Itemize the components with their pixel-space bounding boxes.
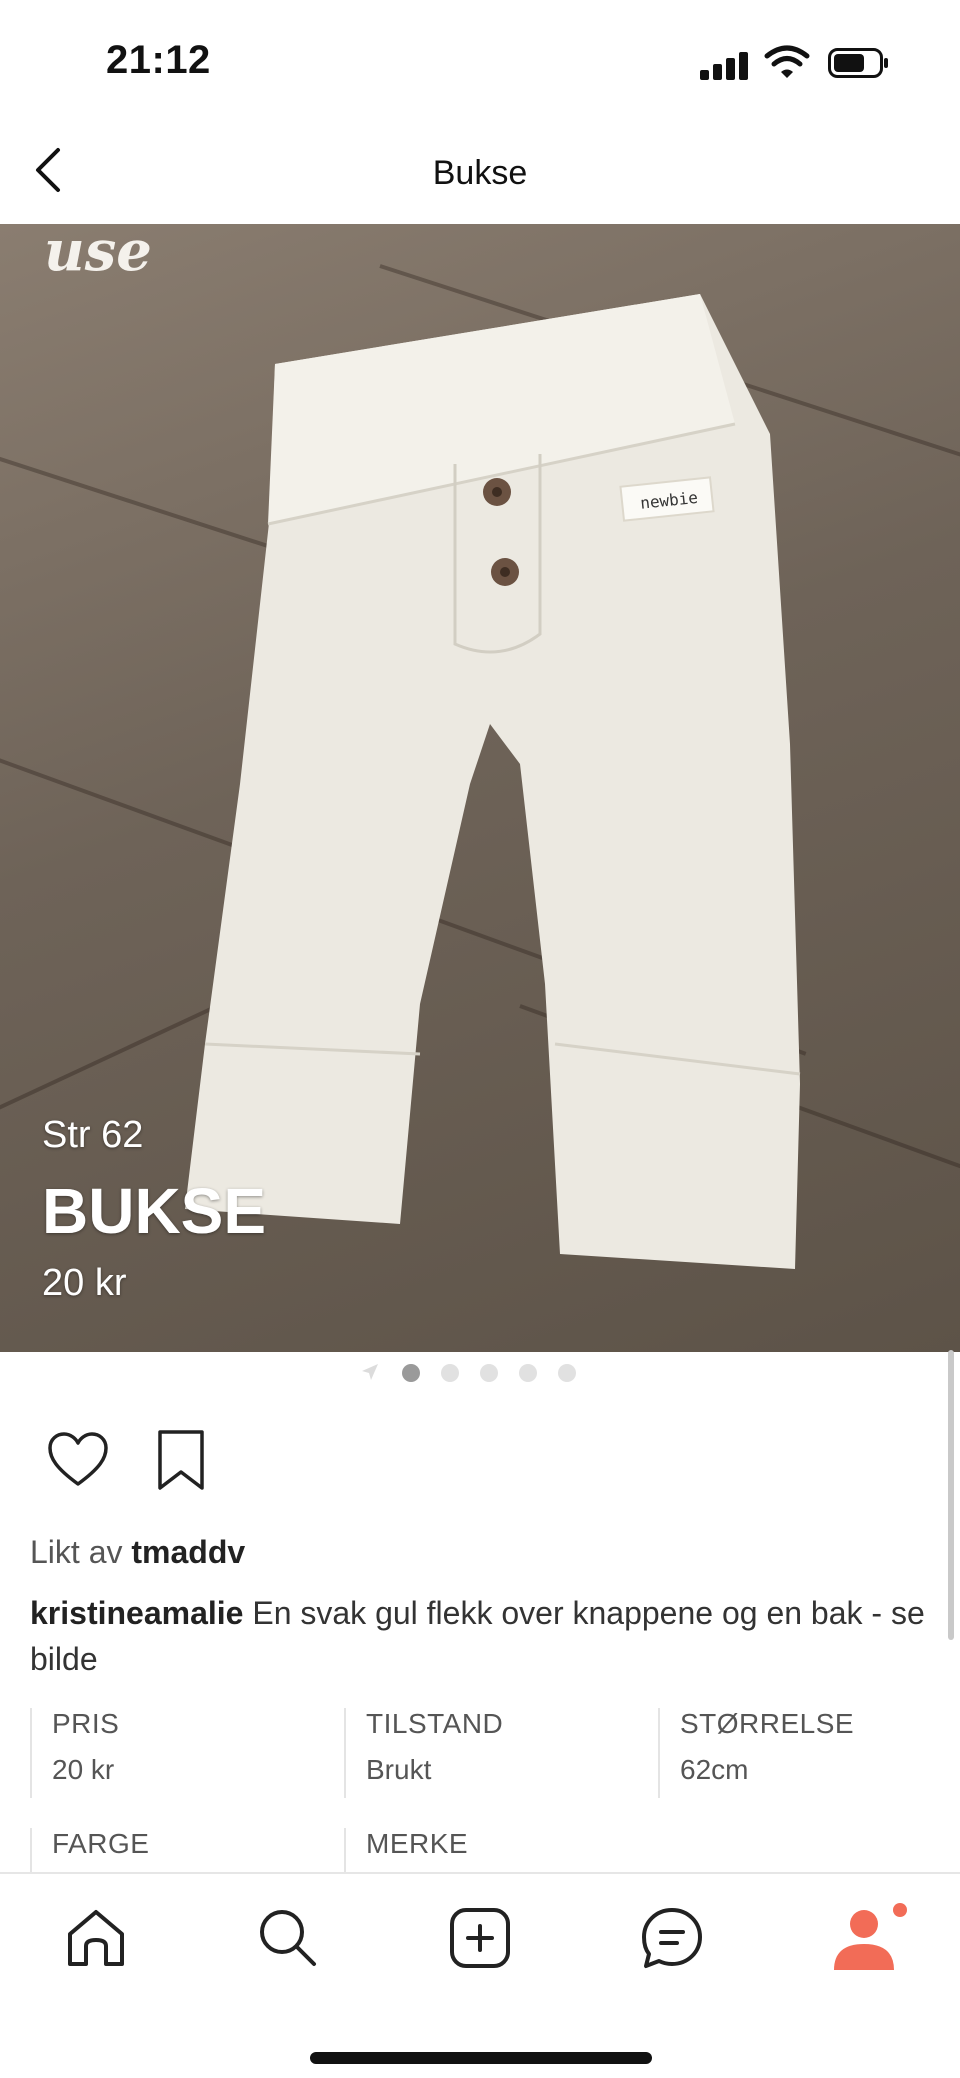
hero-size-text: Str 62	[42, 1114, 144, 1156]
heart-icon[interactable]	[46, 1430, 110, 1490]
scrollbar[interactable]	[948, 1350, 954, 1640]
home-indicator	[310, 2052, 652, 2064]
liked-by-user[interactable]: tmaddv	[131, 1534, 245, 1570]
wifi-icon	[764, 45, 810, 78]
detail-label: TILSTAND	[366, 1708, 504, 1739]
pager-dot[interactable]	[480, 1364, 498, 1382]
location-arrow-icon	[362, 1364, 378, 1380]
messages-icon[interactable]	[636, 1902, 708, 1974]
pager-dot[interactable]	[519, 1364, 537, 1382]
detail-label: MERKE	[366, 1828, 469, 1859]
detail-size: STØRRELSE 62cm	[658, 1708, 948, 1798]
watermark: use	[44, 224, 152, 284]
detail-label: STØRRELSE	[680, 1708, 855, 1739]
page-title: Bukse	[432, 154, 528, 192]
profile-icon[interactable]	[828, 1902, 912, 1974]
tab-bar	[0, 1872, 960, 2078]
status-time: 21:12	[106, 38, 211, 82]
status-bar: 21:12	[0, 0, 960, 120]
hero-title: BUKSE	[42, 1175, 267, 1247]
liked-by-prefix: Likt av	[30, 1534, 123, 1570]
pager-dot[interactable]	[558, 1364, 576, 1382]
seller-username[interactable]: kristineamalie	[30, 1595, 243, 1631]
detail-label: PRIS	[52, 1708, 120, 1739]
detail-condition: TILSTAND Brukt	[344, 1708, 656, 1798]
hero-price: 20 kr	[42, 1262, 127, 1304]
description: kristineamalie En svak gul flekk over kn…	[30, 1590, 930, 1682]
navigation-bar: Bukse	[0, 120, 960, 224]
home-icon[interactable]	[60, 1902, 132, 1974]
pager-dot[interactable]	[402, 1364, 420, 1382]
add-icon[interactable]	[444, 1902, 516, 1974]
image-pager	[0, 1356, 960, 1390]
signal-icon	[700, 50, 752, 80]
detail-label: FARGE	[52, 1828, 150, 1859]
detail-value: Brukt	[366, 1754, 432, 1785]
search-icon[interactable]	[252, 1902, 324, 1974]
battery-icon	[828, 48, 888, 78]
detail-value: 62cm	[680, 1754, 749, 1785]
detail-price: PRIS 20 kr	[30, 1708, 342, 1798]
pager-dot[interactable]	[441, 1364, 459, 1382]
product-image[interactable]: newbie use Str 62 BUKSE 20 kr	[0, 224, 960, 1352]
bookmark-icon[interactable]	[154, 1428, 208, 1492]
detail-value: 20 kr	[52, 1754, 115, 1785]
liked-by: Likt av tmaddv	[30, 1534, 245, 1571]
